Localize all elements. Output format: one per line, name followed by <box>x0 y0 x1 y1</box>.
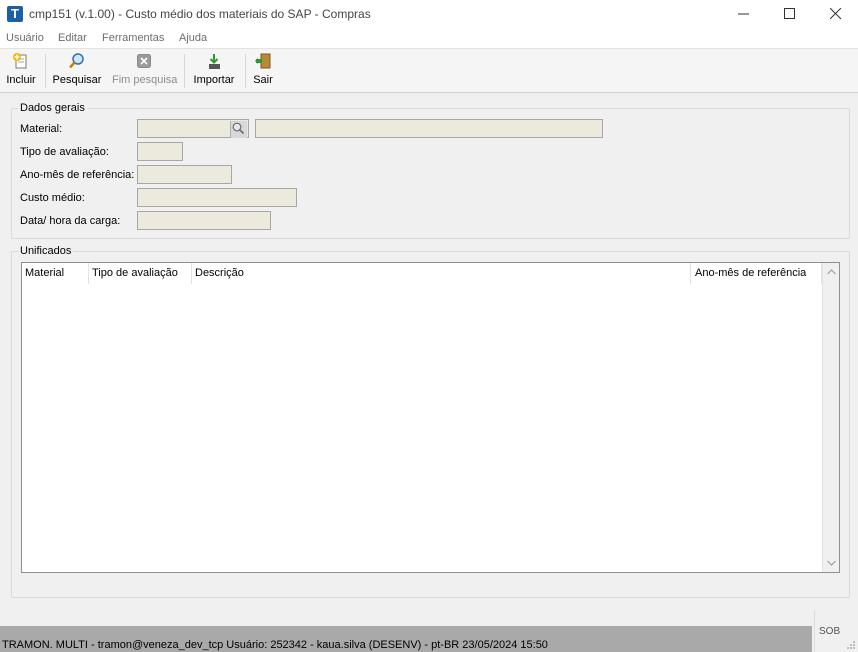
column-header-tipo-avaliacao[interactable]: Tipo de avaliação <box>92 267 178 279</box>
maximize-button[interactable] <box>767 0 813 28</box>
column-divider[interactable] <box>88 263 89 284</box>
status-text: TRAMON. MULTI - tramon@veneza_dev_tcp Us… <box>2 639 548 651</box>
importar-label: Importar <box>193 74 235 86</box>
sair-button[interactable]: Sair <box>251 52 275 92</box>
search-icon <box>69 53 84 69</box>
maximize-icon <box>784 8 795 19</box>
minimize-icon <box>738 13 749 15</box>
status-mode: SOB <box>819 626 841 637</box>
close-icon <box>830 8 842 20</box>
cancel-search-icon <box>137 54 151 68</box>
unificados-table[interactable]: Material Tipo de avaliação Descrição Ano… <box>21 262 840 573</box>
dados-gerais-title: Dados gerais <box>18 102 87 114</box>
custo-medio-label: Custo médio: <box>20 192 85 204</box>
importar-button[interactable]: Importar <box>191 52 237 92</box>
app-icon: T <box>7 6 23 22</box>
minimize-button[interactable] <box>721 0 767 28</box>
column-divider[interactable] <box>191 263 192 284</box>
menu-bar: Usuário Editar Ferramentas Ajuda <box>0 28 858 48</box>
table-header: Material Tipo de avaliação Descrição Ano… <box>22 263 822 284</box>
column-header-descricao[interactable]: Descrição <box>195 267 244 279</box>
vertical-scrollbar[interactable] <box>822 263 839 572</box>
data-hora-field[interactable] <box>137 211 271 230</box>
status-mode-panel: SOB <box>814 610 858 652</box>
ano-mes-label: Ano-mês de referência: <box>20 169 135 181</box>
pesquisar-button[interactable]: Pesquisar <box>52 52 102 92</box>
toolbar-divider <box>184 54 185 88</box>
add-document-icon <box>13 53 27 69</box>
tipo-avaliacao-field[interactable] <box>137 142 183 161</box>
material-label: Material: <box>20 123 63 135</box>
column-header-ano-mes[interactable]: Ano-mês de referência <box>695 267 806 279</box>
column-divider[interactable] <box>690 263 691 284</box>
sair-label: Sair <box>253 74 273 86</box>
exit-door-icon <box>255 53 271 69</box>
close-button[interactable] <box>813 0 858 28</box>
toolbar-divider <box>45 54 46 88</box>
scroll-down-icon[interactable] <box>827 560 836 566</box>
unificados-title: Unificados <box>18 245 74 257</box>
magnifier-icon <box>232 122 245 135</box>
material-description-field[interactable] <box>255 119 603 138</box>
incluir-button[interactable]: Incluir <box>4 52 38 92</box>
data-hora-label: Data/ hora da carga: <box>20 215 121 227</box>
material-lookup-button[interactable] <box>230 121 247 138</box>
menu-editar[interactable]: Editar <box>58 32 87 44</box>
column-header-material[interactable]: Material <box>25 267 64 279</box>
resize-grip-icon[interactable] <box>846 640 856 650</box>
custo-medio-field[interactable] <box>137 188 297 207</box>
fim-pesquisa-button[interactable]: Fim pesquisa <box>112 52 178 92</box>
menu-ajuda[interactable]: Ajuda <box>179 32 207 44</box>
pesquisar-label: Pesquisar <box>52 74 102 86</box>
toolbar: Incluir Pesquisar Fim pesquisa Importar … <box>0 48 858 93</box>
tipo-avaliacao-label: Tipo de avaliação: <box>20 146 109 158</box>
menu-ferramentas[interactable]: Ferramentas <box>102 32 164 44</box>
title-bar: T cmp151 (v.1.00) - Custo médio dos mate… <box>0 0 858 28</box>
scroll-up-icon[interactable] <box>827 269 836 275</box>
material-field[interactable] <box>137 119 249 138</box>
incluir-label: Incluir <box>6 74 36 86</box>
toolbar-divider <box>245 54 246 88</box>
fim-pesquisa-label: Fim pesquisa <box>112 74 178 86</box>
import-icon <box>209 54 220 69</box>
status-bar: TRAMON. MULTI - tramon@veneza_dev_tcp Us… <box>0 626 812 652</box>
window-title: cmp151 (v.1.00) - Custo médio dos materi… <box>29 7 371 21</box>
menu-usuario[interactable]: Usuário <box>6 32 44 44</box>
ano-mes-field[interactable] <box>137 165 232 184</box>
